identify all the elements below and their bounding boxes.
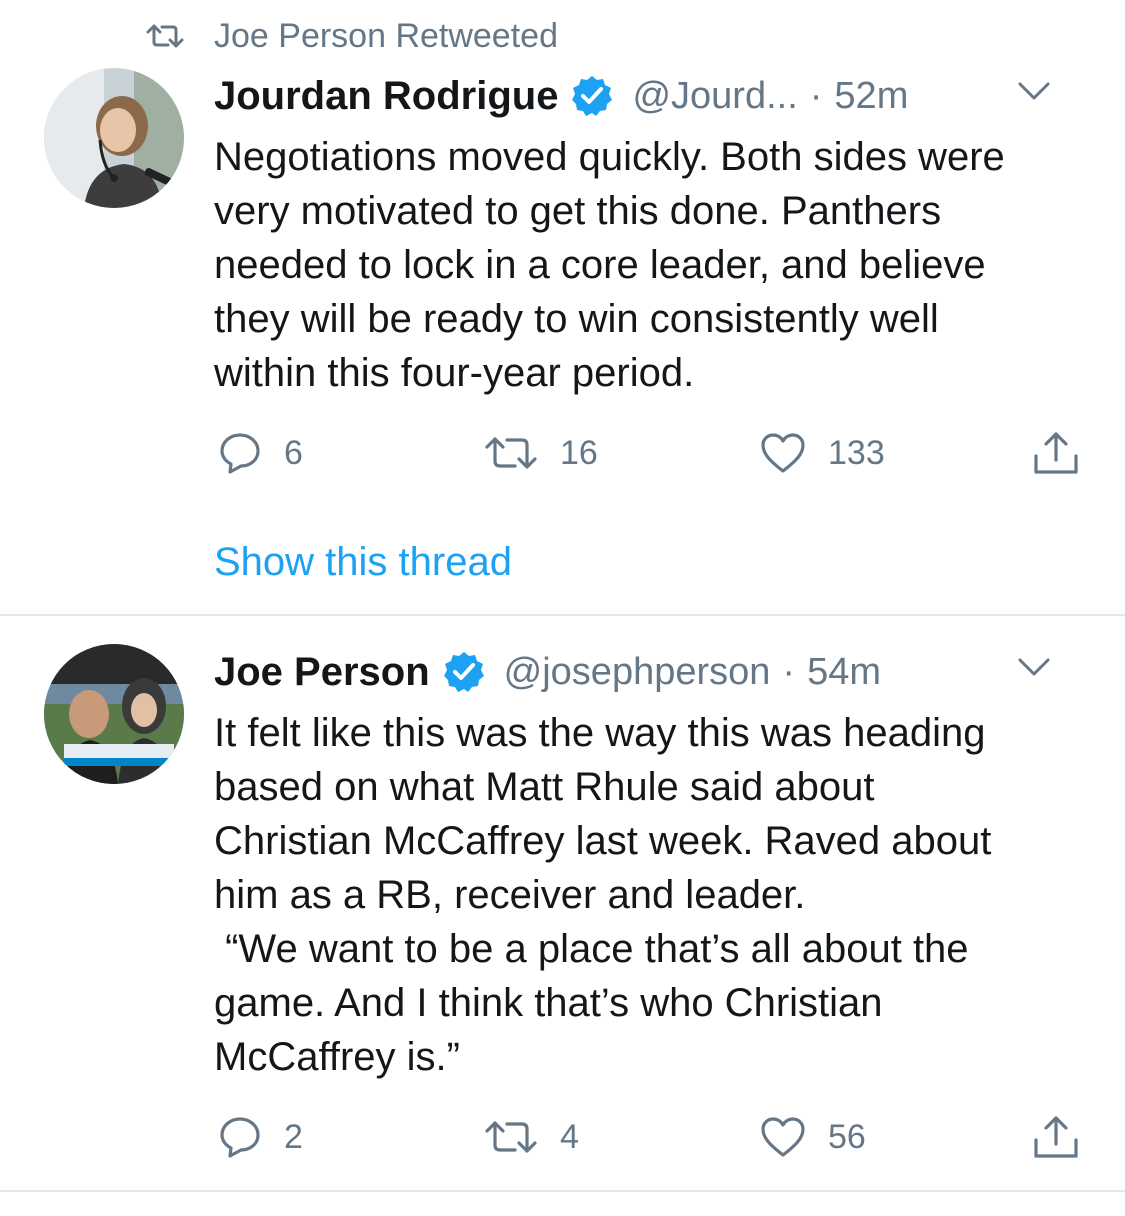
heart-icon xyxy=(761,433,805,473)
tweet-card[interactable]: Joe Person @josephperson · 54m It felt l… xyxy=(0,618,1125,1192)
heart-icon xyxy=(761,1117,805,1157)
chevron-down-icon[interactable] xyxy=(1017,656,1051,678)
show-thread-link[interactable]: Show this thread xyxy=(214,538,512,586)
retweet-icon xyxy=(485,437,537,469)
like-count: 56 xyxy=(828,1117,866,1156)
tweet-text: Negotiations moved quickly. Both sides w… xyxy=(214,130,1094,400)
tweet-text-line: game. And I think that’s who Christian xyxy=(214,981,883,1025)
reply-count: 6 xyxy=(284,433,303,472)
avatar-photo xyxy=(44,68,184,208)
tweet-text-line: needed to lock in a core leader, and bel… xyxy=(214,243,986,287)
verified-badge-icon xyxy=(443,652,484,692)
tweet-text-line: very motivated to get this done. Panther… xyxy=(214,189,942,233)
tweet-card[interactable]: Joe Person Retweeted Jourdan Rodrigue @J… xyxy=(0,0,1125,616)
retweet-button[interactable]: 4 xyxy=(484,1112,579,1162)
reply-button[interactable]: 6 xyxy=(218,428,303,478)
retweet-icon xyxy=(146,24,184,48)
tweet-divider xyxy=(0,614,1125,616)
tweet-timestamp[interactable]: 54m xyxy=(807,651,881,694)
share-button[interactable] xyxy=(1032,428,1080,478)
tweet-header: Jourdan Rodrigue @Jourd... · 52m xyxy=(214,68,1085,124)
author-handle[interactable]: @josephperson xyxy=(504,651,771,694)
tweet-text-line: McCaffrey is.” xyxy=(214,1035,460,1079)
share-button[interactable] xyxy=(1032,1112,1080,1162)
retweet-context[interactable]: Joe Person Retweeted xyxy=(146,16,558,56)
tweet-text-line: It felt like this was the way this was h… xyxy=(214,711,986,755)
author-name[interactable]: Joe Person xyxy=(214,650,430,695)
tweet-text-line: based on what Matt Rhule said about xyxy=(214,765,875,809)
tweet-text-line: they will be ready to win consistently w… xyxy=(214,297,939,341)
tweet-text-line: “We want to be a place that’s all about … xyxy=(214,927,969,971)
tweet-timestamp[interactable]: 52m xyxy=(834,75,908,118)
retweet-button[interactable]: 16 xyxy=(484,428,598,478)
retweet-count: 4 xyxy=(560,1117,579,1156)
retweet-count: 16 xyxy=(560,433,598,472)
tweet-actions: 6 16 133 xyxy=(214,428,1084,478)
avatar-photo xyxy=(44,644,184,784)
author-handle[interactable]: @Jourd... xyxy=(632,75,797,118)
timeline-feed: Joe Person Retweeted Jourdan Rodrigue @J… xyxy=(0,0,1125,1216)
tweet-header: Joe Person @josephperson · 54m xyxy=(214,644,1085,700)
author-avatar[interactable] xyxy=(44,644,184,784)
verified-badge-icon xyxy=(572,76,613,116)
author-name[interactable]: Jourdan Rodrigue xyxy=(214,74,558,119)
tweet-text-line: within this four-year period. xyxy=(214,351,695,395)
retweet-icon xyxy=(485,1121,537,1153)
tweet-text-line: Christian McCaffrey last week. Raved abo… xyxy=(214,819,992,863)
reply-count: 2 xyxy=(284,1117,303,1156)
chevron-down-icon[interactable] xyxy=(1017,80,1051,102)
tweet-text-line: him as a RB, receiver and leader. xyxy=(214,873,806,917)
tweet-actions: 2 4 56 xyxy=(214,1112,1084,1162)
share-icon xyxy=(1034,1116,1078,1158)
retweeted-by-label: Joe Person Retweeted xyxy=(214,16,558,55)
meta-separator: · xyxy=(782,650,796,693)
tweet-text-line: Negotiations moved quickly. Both sides w… xyxy=(214,135,1005,179)
meta-separator: · xyxy=(809,74,823,117)
tweet-text: It felt like this was the way this was h… xyxy=(214,706,1094,1084)
like-button[interactable]: 133 xyxy=(760,428,885,478)
tweet-divider xyxy=(0,1190,1125,1192)
reply-icon xyxy=(220,433,260,474)
share-icon xyxy=(1034,432,1078,474)
like-count: 133 xyxy=(828,433,885,472)
reply-button[interactable]: 2 xyxy=(218,1112,303,1162)
reply-icon xyxy=(220,1117,260,1158)
like-button[interactable]: 56 xyxy=(760,1112,866,1162)
author-avatar[interactable] xyxy=(44,68,184,208)
